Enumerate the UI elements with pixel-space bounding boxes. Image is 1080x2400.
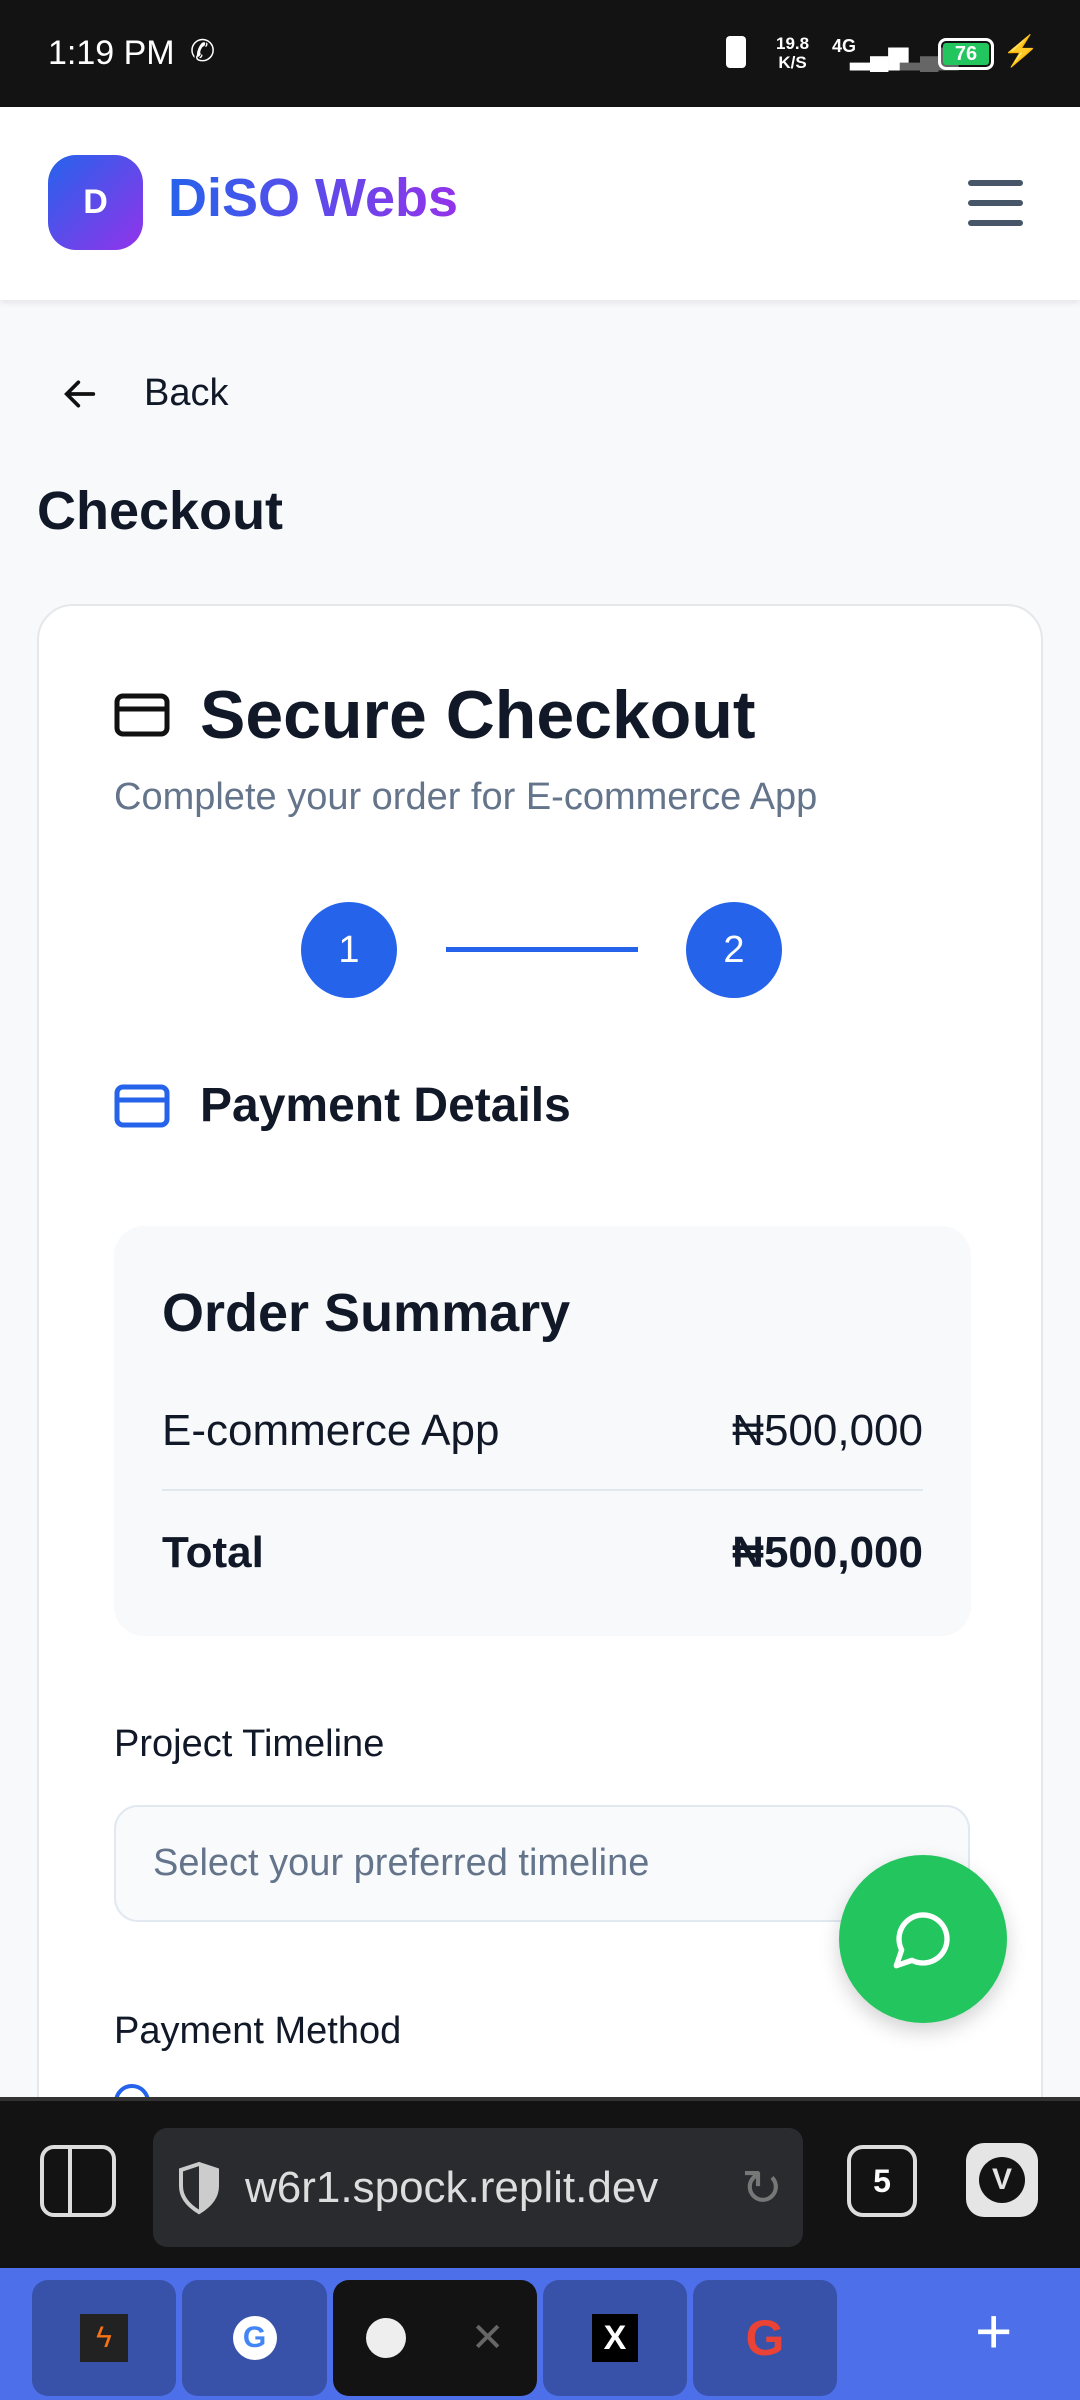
chat-bubble-icon [893,1912,950,1969]
card-subtitle: Complete your order for E-commerce App [114,776,818,818]
status-bar: 1:19 PM ✆ 19.8 K/S 4G ▂▄▆ ▂▄▆ 76 ⚡ [0,0,1080,107]
tab-count-button[interactable]: 5 [847,2145,917,2217]
total-label: Total [162,1528,264,1577]
back-button[interactable]: Back [60,372,228,415]
close-tab-icon[interactable]: ✕ [471,2315,505,2361]
whatsapp-notification-icon: ✆ [190,35,216,68]
charging-icon: ⚡ [1002,35,1040,68]
arrow-left-icon [64,380,96,407]
back-label: Back [144,372,229,414]
brand-name[interactable]: DiSO Webs [168,167,458,229]
url-text: w6r1.spock.replit.dev [245,2162,659,2212]
timeline-placeholder: Select your preferred timeline [153,1842,650,1884]
tab-2[interactable]: G [182,2280,327,2396]
menu-icon[interactable] [968,180,1023,226]
tab-5[interactable]: G [693,2280,837,2396]
shield-icon [179,2161,219,2214]
net-speed: 19.8 [776,34,810,53]
divider [162,1489,923,1491]
logo[interactable]: D [48,155,143,250]
step-connector [446,947,638,952]
address-bar[interactable]: w6r1.spock.replit.dev ↻ [153,2128,803,2247]
page-title: Checkout [37,481,284,541]
site-header: D DiSO Webs [0,107,1080,300]
credit-card-icon [114,1084,170,1127]
order-summary-title: Order Summary [162,1283,571,1343]
total-value: ₦500,000 [732,1528,923,1577]
order-item-row: E-commerce App ₦500,000 [162,1406,923,1456]
panel-toggle-icon[interactable] [40,2145,116,2217]
battery-icon: 76 [938,38,994,70]
tab-1[interactable]: ϟ [32,2280,176,2396]
browser-toolbar: w6r1.spock.replit.dev ↻ 5 V [0,2097,1080,2268]
tab-strip: ϟ G ✕ X G + [0,2268,1080,2400]
step-2: 2 [686,902,782,998]
google-icon: G [232,2316,277,2360]
clock: 1:19 PM [48,34,175,72]
chat-button[interactable] [839,1855,1007,2023]
new-tab-icon[interactable]: + [975,2294,1012,2368]
vibrate-icon [726,36,746,68]
tab-3-active[interactable]: ✕ [333,2280,537,2396]
reload-icon[interactable]: ↻ [741,2159,783,2217]
credit-card-icon [114,693,170,737]
section-title: Payment Details [200,1079,571,1132]
item-price: ₦500,000 [732,1406,923,1455]
step-1: 1 [301,902,397,998]
order-summary: Order Summary E-commerce App ₦500,000 Tot… [114,1226,971,1636]
tab-4[interactable]: X [543,2280,687,2396]
payment-method-label: Payment Method [114,2010,402,2052]
vivaldi-menu-icon[interactable]: V [966,2143,1038,2217]
card-title: Secure Checkout [200,677,756,753]
timeline-label: Project Timeline [114,1723,385,1765]
item-name: E-commerce App [162,1406,500,1455]
battery-level: 76 [943,43,989,65]
total-row: Total ₦500,000 [162,1528,923,1578]
timeline-select[interactable]: Select your preferred timeline⌄ [114,1805,970,1922]
google-icon: G [745,2310,785,2366]
net-unit: K/S [778,53,807,72]
globe-icon [365,2318,406,2358]
x-icon: X [592,2314,638,2362]
app-favicon-icon: ϟ [80,2314,128,2362]
